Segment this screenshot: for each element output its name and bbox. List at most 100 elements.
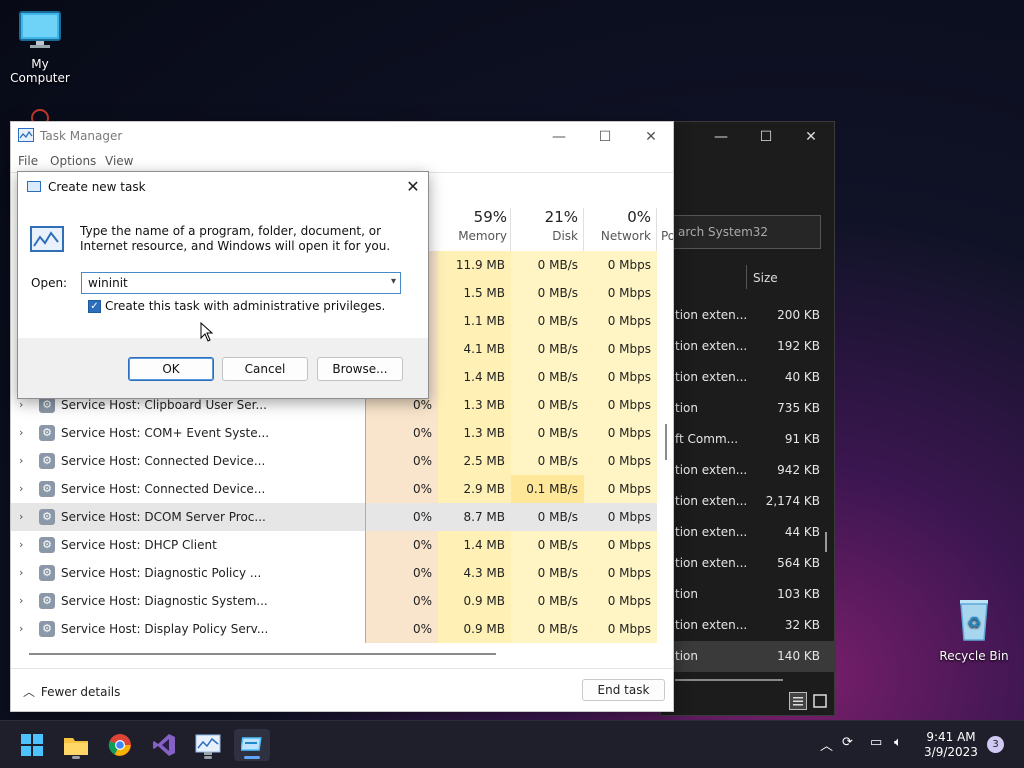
table-row[interactable]: › ⚙ Service Host: COM+ Event Syste... 0%…: [11, 419, 657, 447]
table-row[interactable]: › ⚙ Service Host: Connected Device... 0%…: [11, 447, 657, 475]
column-header-network[interactable]: 0% Network: [587, 208, 651, 243]
table-row[interactable]: › ⚙ Service Host: Diagnostic System... 0…: [11, 587, 657, 615]
start-button[interactable]: [14, 729, 50, 761]
network-cell: 0 Mbps: [584, 251, 657, 279]
chevron-down-icon[interactable]: ▾: [391, 276, 396, 287]
notification-badge[interactable]: 3: [987, 736, 1004, 753]
vertical-scrollbar[interactable]: [665, 424, 667, 460]
running-indicator: [204, 756, 212, 759]
column-header-size[interactable]: Size: [753, 271, 778, 285]
network-cell: 0 Mbps: [584, 279, 657, 307]
horizontal-scrollbar[interactable]: [675, 679, 783, 681]
table-row[interactable]: › ⚙ Service Host: DHCP Client 0% 1.4 MB …: [11, 531, 657, 559]
maximize-button[interactable]: ☐: [582, 125, 628, 149]
list-item[interactable]: tion exten... 32 KB: [661, 610, 836, 641]
menu-file[interactable]: File: [18, 154, 38, 168]
search-input[interactable]: arch System32: [671, 215, 821, 249]
chevron-right-icon[interactable]: ›: [19, 538, 23, 551]
ok-button[interactable]: OK: [128, 357, 214, 381]
volume-icon[interactable]: 🔈︎: [894, 735, 902, 750]
cancel-button[interactable]: Cancel: [222, 357, 308, 381]
memory-cell: 1.3 MB: [438, 419, 511, 447]
chevron-up-icon[interactable]: ︿: [820, 735, 833, 754]
dialog-body: Type the name of a program, folder, docu…: [18, 202, 428, 338]
list-item[interactable]: ft Comm... 91 KB: [661, 424, 836, 455]
list-item[interactable]: tion 735 KB: [661, 393, 836, 424]
minimize-button[interactable]: —: [536, 125, 582, 149]
browse-button[interactable]: Browse...: [317, 357, 403, 381]
horizontal-scrollbar[interactable]: [29, 653, 496, 655]
memory-cell: 4.3 MB: [438, 559, 511, 587]
file-size: 44 KB: [784, 525, 820, 539]
performance-monitor-button[interactable]: [190, 729, 226, 761]
table-row[interactable]: › ⚙ Service Host: Display Policy Serv...…: [11, 615, 657, 643]
list-item[interactable]: tion exten... 564 KB: [661, 548, 836, 579]
create-new-task-dialog[interactable]: Create new task ✕ Type the name of a pro…: [17, 171, 429, 399]
maximize-button[interactable]: ☐: [746, 126, 786, 148]
file-size: 91 KB: [784, 432, 820, 446]
chevron-right-icon[interactable]: ›: [19, 454, 23, 467]
gear-icon: ⚙: [39, 509, 55, 525]
close-button[interactable]: ✕: [791, 126, 831, 148]
disk-cell: 0 MB/s: [511, 335, 584, 363]
cpu-cell: 0%: [366, 587, 438, 615]
chrome-button[interactable]: [102, 729, 138, 761]
close-button[interactable]: ✕: [628, 125, 674, 149]
fewer-details-label: Fewer details: [40, 685, 121, 699]
list-item[interactable]: tion exten... 2,174 KB: [661, 486, 836, 517]
title-bar[interactable]: Task Manager — ☐ ✕: [11, 122, 673, 150]
list-item[interactable]: tion exten... 192 KB: [661, 331, 836, 362]
chevron-right-icon[interactable]: ›: [19, 398, 23, 411]
table-row-selected[interactable]: › ⚙ Service Host: DCOM Server Proc... 0%…: [11, 503, 657, 531]
file-explorer-button[interactable]: [58, 729, 94, 761]
recycle-bin-icon: ♻: [960, 600, 988, 641]
file-name: tion exten...: [675, 339, 748, 353]
list-item[interactable]: tion exten... 40 KB: [661, 362, 836, 393]
chevron-right-icon[interactable]: ›: [19, 622, 23, 635]
table-row[interactable]: › ⚙ Service Host: Connected Device... 0%…: [11, 475, 657, 503]
desktop-icon-my-computer[interactable]: My Computer: [0, 10, 80, 85]
list-item[interactable]: tion exten... 942 KB: [661, 455, 836, 486]
details-view-icon[interactable]: [789, 692, 807, 710]
sync-icon[interactable]: ⟳: [842, 735, 853, 750]
network-icon[interactable]: ▭: [870, 735, 882, 750]
list-item[interactable]: tion 103 KB: [661, 579, 836, 610]
table-row[interactable]: › ⚙ Service Host: Diagnostic Policy ... …: [11, 559, 657, 587]
end-task-button[interactable]: End task: [582, 679, 665, 701]
clock[interactable]: 9:41 AM 3/9/2023: [916, 730, 986, 760]
desktop-icon-recycle-bin[interactable]: ♻ Recycle Bin: [934, 596, 1014, 663]
desktop-icon-label: My Computer: [10, 57, 70, 85]
disk-cell: 0.1 MB/s: [511, 475, 584, 503]
list-item[interactable]: tion exten... 44 KB: [661, 517, 836, 548]
admin-checkbox[interactable]: ✓: [88, 300, 101, 313]
list-item-selected[interactable]: tion 140 KB: [661, 641, 836, 672]
minimize-button[interactable]: —: [701, 126, 741, 148]
chevron-right-icon[interactable]: ›: [19, 510, 23, 523]
network-cell: 0 Mbps: [584, 531, 657, 559]
menu-options[interactable]: Options: [50, 154, 96, 168]
chevron-right-icon[interactable]: ›: [19, 566, 23, 579]
chevron-right-icon[interactable]: ›: [19, 426, 23, 439]
visual-studio-button[interactable]: [146, 729, 182, 761]
open-combobox[interactable]: wininit ▾: [81, 272, 401, 294]
fewer-details-button[interactable]: ︿ Fewer details: [23, 683, 120, 700]
chevron-right-icon[interactable]: ›: [19, 482, 23, 495]
tiles-view-icon[interactable]: [811, 692, 829, 710]
close-button[interactable]: ✕: [402, 176, 424, 198]
dialog-title-bar[interactable]: Create new task ✕: [18, 172, 428, 202]
chevron-right-icon[interactable]: ›: [19, 594, 23, 607]
disk-cell: 0 MB/s: [511, 251, 584, 279]
vertical-scrollbar[interactable]: [825, 532, 827, 552]
menu-view[interactable]: View: [105, 154, 133, 168]
column-header-disk[interactable]: 21% Disk: [514, 208, 578, 243]
file-explorer-window[interactable]: — ☐ ✕ arch System32 Size tion exten... 20…: [660, 121, 836, 716]
task-manager-button[interactable]: [234, 729, 270, 761]
file-size: 140 KB: [777, 649, 820, 663]
process-name: Service Host: Diagnostic System...: [61, 594, 268, 608]
column-header-memory[interactable]: 59% Memory: [441, 208, 507, 243]
memory-cell: 11.9 MB: [438, 251, 511, 279]
file-name: tion: [675, 587, 698, 601]
column-header-power[interactable]: Po: [661, 208, 673, 243]
admin-checkbox-label[interactable]: Create this task with administrative pri…: [105, 299, 385, 313]
list-item[interactable]: tion exten... 200 KB: [661, 300, 836, 331]
